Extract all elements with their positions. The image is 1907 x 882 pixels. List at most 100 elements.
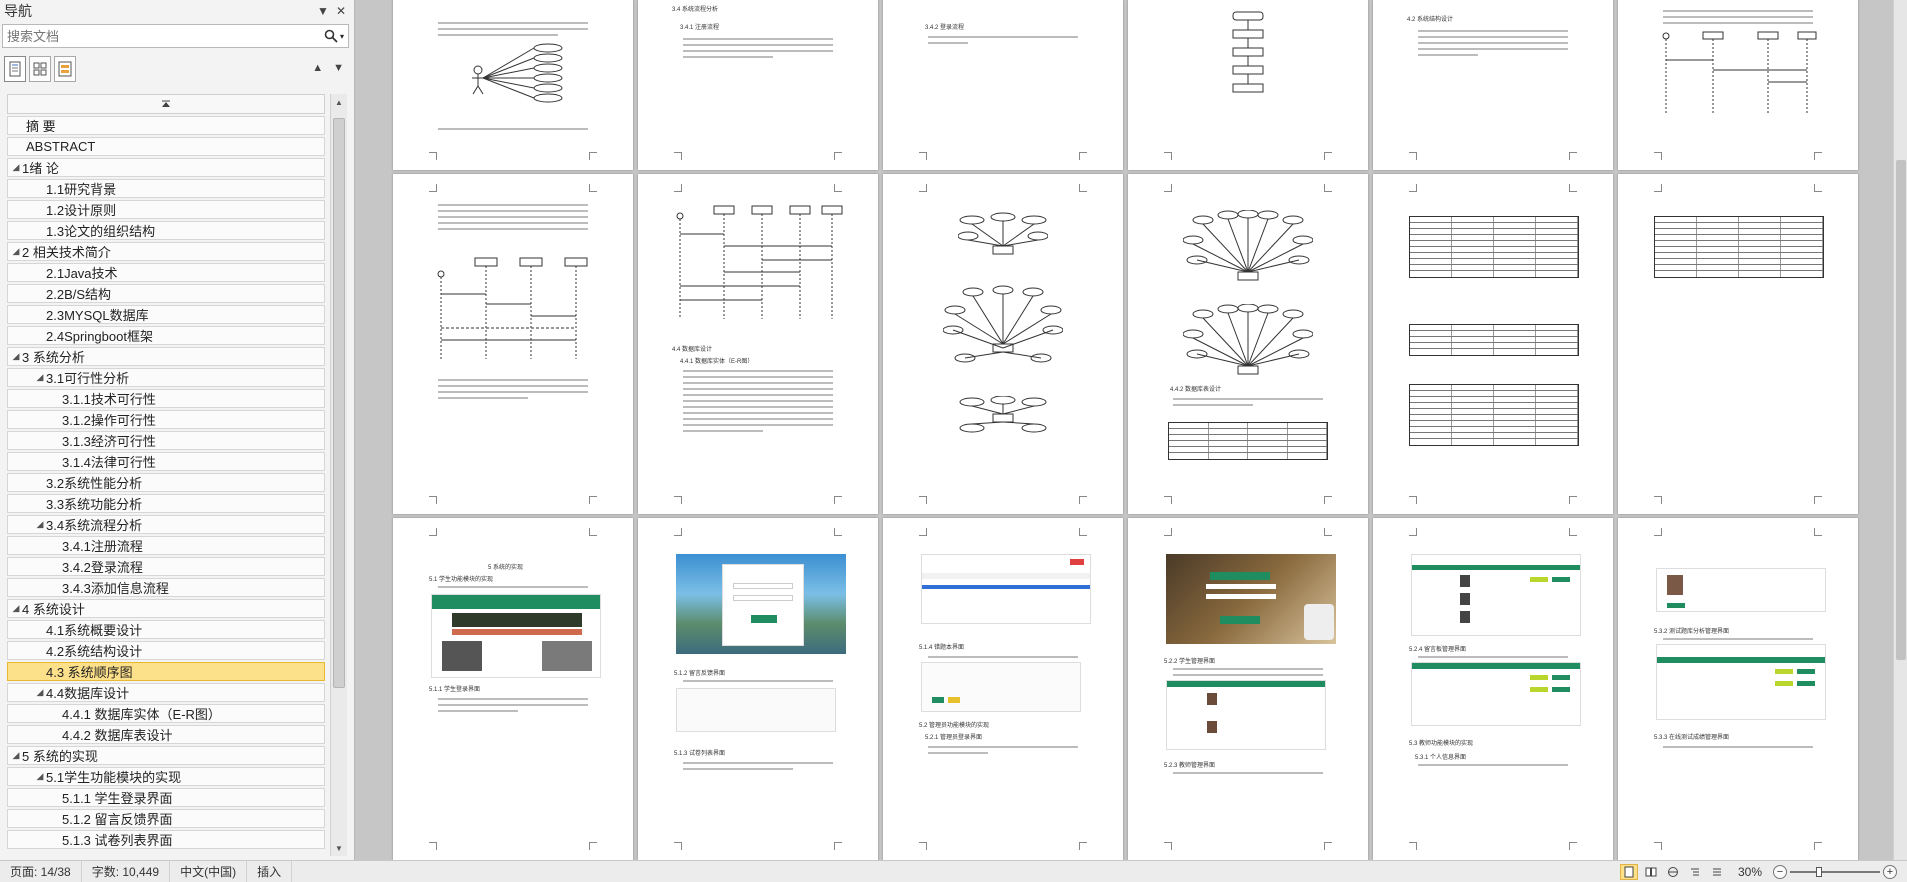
expand-toggle-icon[interactable]: ◢ [34, 372, 46, 383]
document-scroll-thumb[interactable] [1896, 160, 1906, 660]
page-heading: 4.2 系统结构设计 [1407, 17, 1454, 23]
document-scrollbar[interactable] [1893, 0, 1907, 860]
outline-item[interactable]: 3.4.3添加信息流程 [7, 578, 325, 597]
insert-mode[interactable]: 插入 [247, 860, 293, 882]
outline-item[interactable]: 3.4.1注册流程 [7, 536, 325, 555]
page-count[interactable]: 页面: 14/38 [0, 860, 82, 882]
zoom-slider-knob[interactable] [1816, 866, 1822, 877]
web-layout-icon[interactable] [1664, 864, 1682, 880]
nav-menu-dropdown-icon[interactable]: ▼ [314, 2, 332, 20]
zoom-slider[interactable] [1790, 865, 1880, 879]
expand-toggle-icon[interactable]: ◢ [10, 162, 22, 173]
page-thumbnail[interactable] [1618, 0, 1858, 170]
page-thumbnail[interactable]: 4.4 数据库设计 4.4.1 数据库实体（E-R图） [638, 174, 878, 514]
outline-item[interactable]: 3.3系统功能分析 [7, 494, 325, 513]
outline-item-label: 1绪 论 [22, 161, 59, 176]
next-heading-icon[interactable]: ▼ [333, 62, 344, 74]
expand-toggle-icon[interactable]: ◢ [10, 603, 22, 614]
outline-item[interactable]: ◢ 4.4数据库设计 [7, 683, 325, 702]
nav-header: 导航 ▼ ✕ [0, 0, 354, 22]
outline-item[interactable]: 2.1Java技术 [7, 263, 325, 282]
page-thumbnail[interactable]: 3.4 系统流程分析 3.4.1 注册流程 [638, 0, 878, 170]
outline-item[interactable]: 4.4.2 数据库表设计 [7, 725, 325, 744]
outline-item[interactable]: 3.1.3经济可行性 [7, 431, 325, 450]
outline-collapse-top[interactable] [7, 94, 325, 114]
outline-item[interactable]: ◢ 1绪 论 [7, 158, 325, 177]
outline-item[interactable]: 5.1.3 试卷列表界面 [7, 830, 325, 849]
expand-toggle-icon[interactable]: ◢ [34, 687, 46, 698]
document-canvas[interactable]: 3.4 系统流程分析 3.4.1 注册流程 3.4.2 登录流程 4.2 系统结… [356, 0, 1907, 860]
nav-scroll-thumb[interactable] [333, 118, 345, 688]
language-indicator[interactable]: 中文(中国) [170, 860, 248, 882]
outline-item[interactable]: 4.1系统概要设计 [7, 620, 325, 639]
outline-view-icon[interactable] [1686, 864, 1704, 880]
zoom-out-icon[interactable]: − [1773, 864, 1787, 879]
scroll-down-icon[interactable]: ▼ [331, 840, 347, 856]
browse-pages-tab[interactable] [29, 56, 51, 82]
page-thumbnail[interactable]: 4.4.2 数据库表设计 [1128, 174, 1368, 514]
page-thumbnail[interactable] [393, 0, 633, 170]
outline-item[interactable]: ◢ 3.1可行性分析 [7, 368, 325, 387]
zoom-in-icon[interactable]: + [1883, 864, 1897, 879]
outline-item[interactable]: 5.1.1 学生登录界面 [7, 788, 325, 807]
zoom-level[interactable]: 30% [1738, 865, 1762, 879]
db-table [1409, 324, 1579, 356]
outline-item-label: 4.4.1 数据库实体（E-R图） [62, 707, 221, 722]
outline-item[interactable]: ◢ 5 系统的实现 [7, 746, 325, 765]
expand-toggle-icon[interactable]: ◢ [10, 351, 22, 362]
outline-item[interactable]: 4.4.1 数据库实体（E-R图） [7, 704, 325, 723]
expand-toggle-icon[interactable]: ◢ [10, 750, 22, 761]
outline-item[interactable]: 3.2系统性能分析 [7, 473, 325, 492]
expand-toggle-icon[interactable]: ◢ [10, 246, 22, 257]
outline-item[interactable]: 4.3 系统顺序图 [7, 662, 325, 681]
search-icon[interactable]: ▾ [320, 29, 348, 43]
outline-item[interactable]: ABSTRACT [7, 137, 325, 156]
outline-item[interactable]: ◢ 4 系统设计 [7, 599, 325, 618]
outline-item[interactable]: ◢ 3 系统分析 [7, 347, 325, 366]
page-thumbnail[interactable]: 5 系统的实现 5.1 学生功能模块的实现 5.1.1 学生登录界面 [393, 518, 633, 860]
expand-toggle-icon[interactable]: ◢ [34, 519, 46, 530]
outline-item[interactable]: 摘 要 [7, 116, 325, 135]
expand-toggle-icon[interactable]: ◢ [34, 771, 46, 782]
browse-results-tab[interactable] [54, 56, 76, 82]
outline-item[interactable]: 5.1.2 留言反馈界面 [7, 809, 325, 828]
page-thumbnail[interactable]: 4.2 系统结构设计 [1373, 0, 1613, 170]
outline-item[interactable]: ◢ 2 相关技术简介 [7, 242, 325, 261]
page-thumbnail[interactable]: 5.3.2 测试题库分析管理界面 5.3.3 在线测试成绩管理界面 [1618, 518, 1858, 860]
outline-item[interactable]: 2.3MYSQL数据库 [7, 305, 325, 324]
page-thumbnail[interactable]: 5.2.2 学生管理界面 5.2.3 教师管理界面 [1128, 518, 1368, 860]
outline-item[interactable]: 1.1研究背景 [7, 179, 325, 198]
close-icon[interactable]: ✕ [332, 2, 350, 20]
outline-item[interactable]: ◢ 3.4系统流程分析 [7, 515, 325, 534]
outline-item[interactable]: 3.1.4法律可行性 [7, 452, 325, 471]
page-thumbnail[interactable]: 5.2.4 留言板管理界面 5.3 教师功能模块的实现 5.3.1 个人信息界面 [1373, 518, 1613, 860]
outline-item[interactable]: ◢ 5.1学生功能模块的实现 [7, 767, 325, 786]
word-count[interactable]: 字数: 10,449 [82, 860, 171, 882]
page-thumbnail[interactable]: 3.4.2 登录流程 [883, 0, 1123, 170]
scroll-up-icon[interactable]: ▲ [331, 94, 347, 110]
page-thumbnail[interactable] [1373, 174, 1613, 514]
outline-item[interactable]: 1.2设计原则 [7, 200, 325, 219]
draft-view-icon[interactable] [1708, 864, 1726, 880]
outline-item[interactable]: 1.3论文的组织结构 [7, 221, 325, 240]
browse-headings-tab[interactable] [4, 56, 26, 82]
outline-item[interactable]: 4.2系统结构设计 [7, 641, 325, 660]
full-screen-reading-icon[interactable] [1642, 864, 1660, 880]
print-layout-icon[interactable] [1619, 863, 1638, 880]
page-thumbnail[interactable] [1618, 174, 1858, 514]
outline-item[interactable]: 3.1.1技术可行性 [7, 389, 325, 408]
outline-item[interactable]: 3.4.2登录流程 [7, 557, 325, 576]
page-thumbnail[interactable]: 5.1.2 留言反馈界面 5.1.3 试卷列表界面 [638, 518, 878, 860]
page-thumbnail[interactable] [1128, 0, 1368, 170]
previous-heading-icon[interactable]: ▲ [312, 62, 323, 74]
nav-prev-next: ▲ ▼ [312, 62, 344, 74]
search-input[interactable] [3, 28, 320, 44]
outline-item[interactable]: 2.2B/S结构 [7, 284, 325, 303]
outline-item[interactable]: 2.4Springboot框架 [7, 326, 325, 345]
page-thumbnail[interactable] [883, 174, 1123, 514]
collapse-all-icon [162, 100, 170, 107]
outline-item[interactable]: 3.1.2操作可行性 [7, 410, 325, 429]
page-thumbnail[interactable]: 5.1.4 错题本界面 5.2 管理员功能模块的实现 5.2.1 管理员登录界面 [883, 518, 1123, 860]
page-thumbnail[interactable] [393, 174, 633, 514]
nav-scrollbar[interactable]: ▲ ▼ [330, 94, 347, 856]
